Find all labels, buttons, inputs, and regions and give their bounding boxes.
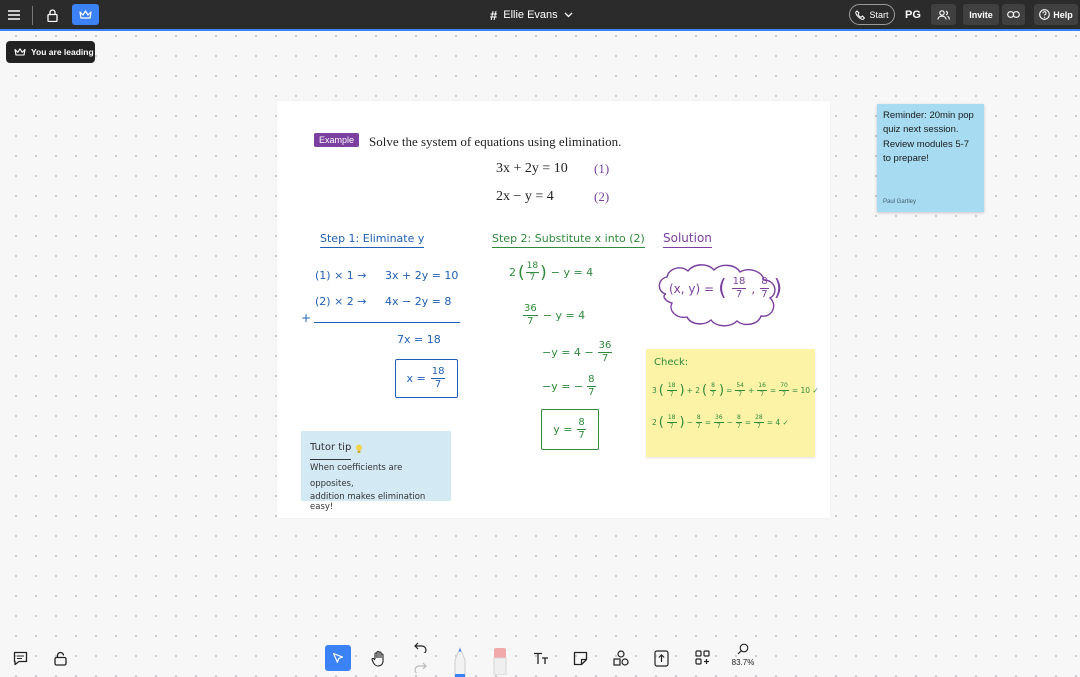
step1-result-box: x = 18 7 [395, 359, 458, 398]
step1-sum-line [314, 322, 460, 323]
step2-line1: 2 (18 7) − y = 4 [509, 261, 594, 283]
sticky-note-author: Paul Gartley [883, 199, 917, 205]
start-button[interactable]: Start [849, 4, 895, 25]
step1-sum: 7x = 18 [397, 333, 441, 346]
check-note[interactable]: Check: 3(18 7) + 2(8 7) = 54 7 + 16 7 = 70 7 … [646, 349, 819, 457]
zoom-level: 83.7% [731, 658, 755, 667]
tutor-tip-line-2: addition makes elimination easy! [310, 492, 426, 513]
solution-lhs: (x, y) = [669, 281, 715, 296]
tutor-tip-title: Tutor tip [310, 438, 352, 460]
copy-link-button[interactable] [1002, 4, 1025, 25]
step2-line4: −y = − 87 [542, 374, 596, 398]
step1-row1-operation: (1) × 1 → [315, 269, 367, 282]
top-toolbar: # Ellie Evans Start PG Invite Help [0, 0, 1080, 31]
chat-icon[interactable] [12, 650, 29, 667]
step2-line2: 36 7 − y = 4 [523, 303, 586, 327]
board-title[interactable]: # Ellie Evans [490, 4, 573, 26]
step1-heading: Step 1: Eliminate y [320, 232, 425, 248]
reminder-sticky-note[interactable]: Reminder: 20min pop quiz next session. R… [877, 104, 984, 212]
pen-tool-icon[interactable] [450, 645, 470, 677]
step1-row2-operation: (2) × 2 → [315, 295, 367, 308]
crown-icon [79, 10, 92, 19]
problem-prompt: Solve the system of equations using elim… [369, 134, 622, 149]
step1-result-fraction: 18 7 [430, 366, 446, 390]
board-title-text: Ellie Evans [503, 9, 558, 21]
shapes-tool-icon[interactable] [611, 648, 631, 668]
check-heading: Check: [654, 357, 689, 368]
lock-canvas-icon[interactable] [52, 650, 69, 667]
lock-icon[interactable] [44, 6, 60, 24]
step1-row1-equation: 3x + 2y = 10 [385, 269, 459, 282]
tutor-tip-note[interactable]: Tutor tip When coefficients are opposite… [301, 431, 451, 512]
solution-y-fraction: 87 [760, 276, 769, 300]
channel-hash: # [490, 7, 498, 23]
solution-expression: (x, y) = ( 18 7 , 87 ) [669, 276, 783, 301]
zoom-icon [737, 643, 749, 655]
participants-button[interactable] [931, 4, 956, 25]
text-tool-icon[interactable] [531, 650, 551, 667]
step2-heading: Step 2: Substitute x into (2) [492, 232, 645, 248]
step1-result-lhs: x = [406, 372, 426, 385]
phone-icon [855, 9, 866, 20]
step2-result-lhs: y = [553, 423, 573, 436]
select-tool-button[interactable] [325, 645, 351, 671]
solution-x-fraction: 18 7 [731, 276, 747, 300]
leading-label: You are leading [31, 47, 94, 57]
link-icon [1007, 11, 1020, 18]
check-line-1: 3(18 7) + 2(8 7) = 54 7 + 16 7 = 70 7 = 10 ✓ [652, 382, 819, 399]
invite-button[interactable]: Invite [963, 4, 999, 25]
chevron-down-icon [564, 12, 573, 18]
equation-2-tag: (2) [594, 189, 610, 204]
hand-pan-icon[interactable] [369, 647, 389, 669]
tutor-tip-line-1: When coefficients are opposites, [310, 463, 403, 490]
leader-mode-button[interactable] [72, 4, 99, 25]
hamburger-icon[interactable] [6, 7, 22, 23]
start-label: Start [869, 9, 889, 20]
example-badge: Example [314, 133, 360, 147]
step1-row2-equation: 4x − 2y = 8 [385, 295, 452, 308]
equation-2: 2x − y = 4 [496, 189, 554, 204]
people-icon [937, 9, 950, 20]
equation-1-tag: (1) [594, 161, 610, 176]
lesson-board[interactable]: Example Solve the system of equations us… [277, 101, 830, 518]
redo-icon[interactable] [412, 660, 428, 674]
zoom-control[interactable]: 83.7% [726, 643, 760, 667]
help-button[interactable]: Help [1034, 4, 1078, 25]
upload-icon[interactable] [652, 648, 670, 668]
help-label: Help [1053, 9, 1073, 20]
step2-line3: −y = 4 − 36 7 [542, 340, 613, 364]
toolbar-divider [32, 6, 33, 25]
user-avatar[interactable]: PG [903, 5, 923, 25]
you-are-leading-badge[interactable]: You are leading [6, 41, 95, 63]
eraser-tool-icon[interactable] [490, 645, 510, 675]
pointer-icon [332, 652, 344, 663]
lightbulb-icon [356, 444, 363, 453]
equation-1: 3x + 2y = 10 [496, 161, 568, 176]
sticky-note-text: Reminder: 20min pop quiz next session. R… [883, 110, 974, 164]
undo-icon[interactable] [412, 640, 428, 654]
help-circle-icon [1039, 9, 1051, 20]
solution-heading: Solution [663, 231, 712, 248]
sticky-note-tool-icon[interactable] [571, 649, 589, 667]
crown-icon [14, 48, 26, 56]
step2-result-fraction: 87 [577, 417, 586, 441]
step2-result-box: y = 87 [541, 409, 599, 450]
step1-plus-sign: + [301, 311, 312, 325]
more-apps-icon[interactable] [693, 648, 711, 666]
check-line-2: 2(18 7) − 87 = 36 7 − 87 = 28 7 = 4 ✓ [652, 414, 789, 431]
